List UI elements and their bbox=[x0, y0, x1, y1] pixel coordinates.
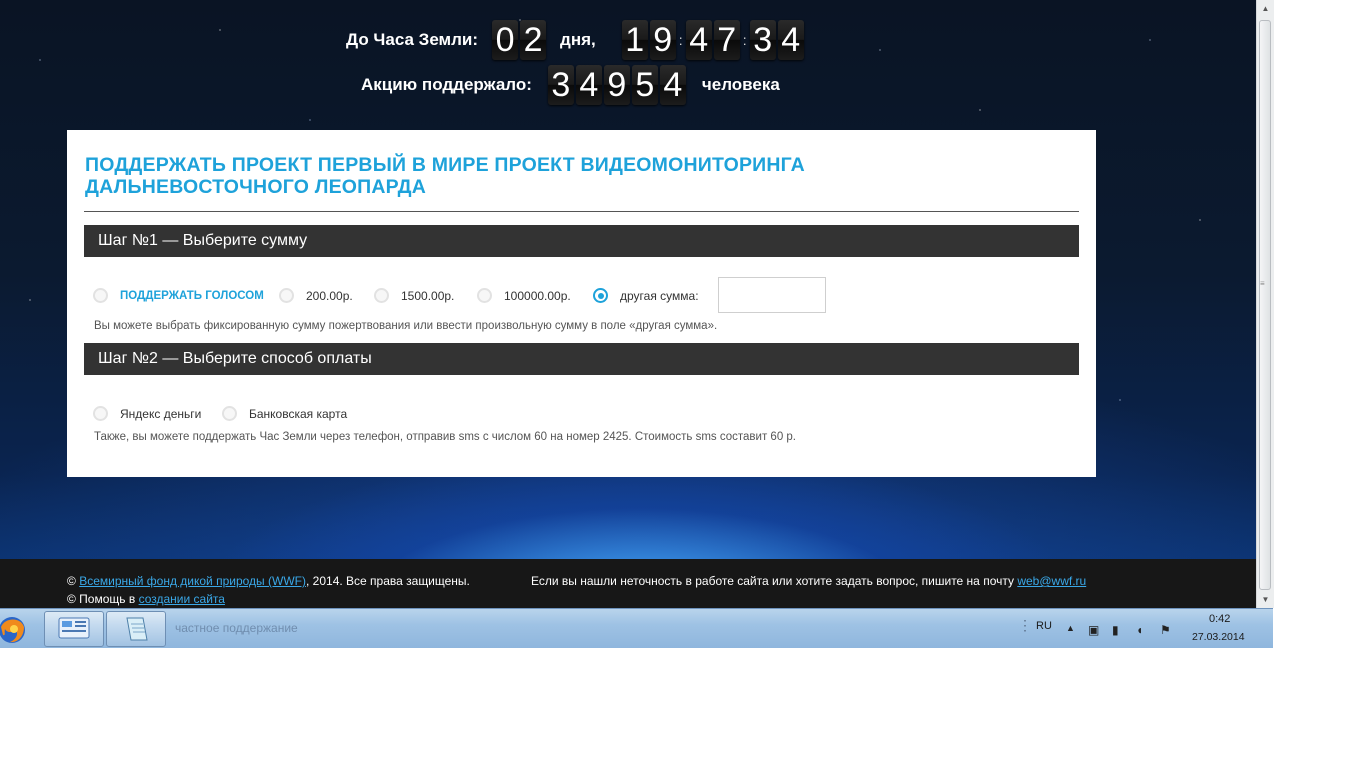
days-digit: 0 bbox=[492, 20, 519, 60]
step2-header: Шаг №2 — Выберите способ оплаты bbox=[84, 343, 1079, 375]
hours-digit: 1 bbox=[621, 20, 648, 60]
notepad-taskbar-button[interactable] bbox=[106, 611, 166, 647]
radio-button[interactable] bbox=[374, 288, 389, 303]
supporters-digit: 5 bbox=[631, 65, 658, 105]
firefox-icon bbox=[0, 617, 25, 643]
show-hidden-icons-icon[interactable]: ▲ bbox=[1066, 623, 1075, 633]
supporters-digit: 4 bbox=[575, 65, 602, 105]
hours-digit: 9 bbox=[649, 20, 676, 60]
minutes-digit: 4 bbox=[685, 20, 712, 60]
supporters-label: Акцию поддержало: bbox=[361, 75, 532, 94]
seconds-digit: 3 bbox=[749, 20, 776, 60]
scroll-up-arrow-icon[interactable]: ▲ bbox=[1257, 0, 1274, 17]
option-amount-1500[interactable]: 1500.00р. bbox=[374, 288, 454, 303]
radio-button[interactable] bbox=[93, 406, 108, 421]
time-separator: : bbox=[678, 32, 683, 48]
help-prefix: © Помощь в bbox=[67, 592, 136, 606]
taskbar-ghost-text: частное поддержание bbox=[175, 621, 298, 635]
firefox-taskbar-button[interactable] bbox=[0, 611, 40, 647]
power-icon[interactable]: ▮ bbox=[1112, 623, 1119, 637]
contact-text: Если вы нашли неточность в работе сайта … bbox=[531, 574, 1014, 588]
step1-note: Вы можете выбрать фиксированную сумму по… bbox=[94, 320, 718, 332]
supporters-digit: 3 bbox=[547, 65, 574, 105]
clock-time[interactable]: 0:42 bbox=[1209, 613, 1230, 625]
taskbar: частное поддержание ⋮ RU ▲ ▣ ▮ ◖ ⚑ 0:42 … bbox=[0, 608, 1273, 648]
notepad-icon bbox=[126, 617, 148, 641]
option-label: Банковская карта bbox=[249, 406, 348, 421]
supporters-digit: 4 bbox=[659, 65, 686, 105]
wwf-link[interactable]: Всемирный фонд дикой природы (WWF) bbox=[79, 574, 306, 588]
footer-copyright: © Всемирный фонд дикой природы (WWF), 20… bbox=[67, 574, 470, 588]
days-digit: 2 bbox=[520, 20, 547, 60]
option-voice-support[interactable]: ПОДДЕРЖАТЬ ГОЛОСОМ bbox=[93, 288, 264, 303]
option-label: Яндекс деньги bbox=[120, 406, 202, 421]
option-other-amount[interactable]: другая сумма: bbox=[593, 288, 699, 303]
control-panel-taskbar-button[interactable] bbox=[44, 611, 104, 647]
radio-button[interactable] bbox=[222, 406, 237, 421]
option-label: 100000.00р. bbox=[504, 288, 571, 303]
scroll-down-arrow-icon[interactable]: ▼ bbox=[1257, 591, 1274, 608]
radio-button[interactable] bbox=[279, 288, 294, 303]
scroll-grip-icon: ≡ bbox=[1260, 279, 1265, 288]
minutes-digit: 7 bbox=[713, 20, 740, 60]
step1-header: Шаг №1 — Выберите сумму bbox=[84, 225, 1079, 257]
option-label: ПОДДЕРЖАТЬ ГОЛОСОМ bbox=[120, 289, 264, 302]
email-link[interactable]: web@wwf.ru bbox=[1017, 574, 1086, 588]
countdown-row: До Часа Земли: 0 2 дня, 1 9 : 4 7 : 3 4 bbox=[346, 20, 806, 60]
option-amount-200[interactable]: 200.00р. bbox=[279, 288, 353, 303]
page-title-line: ПОДДЕРЖАТЬ ПРОЕКТ ПЕРВЫЙ В МИРЕ ПРОЕКТ В… bbox=[85, 154, 805, 176]
option-label: 200.00р. bbox=[306, 288, 353, 303]
supporters-suffix: человека bbox=[701, 75, 780, 94]
option-label: 1500.00р. bbox=[401, 288, 455, 303]
page-title-line: ДАЛЬНЕВОСТОЧНОГО ЛЕОПАРДА bbox=[85, 176, 426, 198]
option-label: другая сумма: bbox=[620, 288, 699, 303]
donation-panel: ПОДДЕРЖАТЬ ПРОЕКТ ПЕРВЫЙ В МИРЕ ПРОЕКТ В… bbox=[67, 130, 1096, 477]
control-panel-icon bbox=[58, 617, 90, 639]
seconds-digit: 4 bbox=[777, 20, 804, 60]
site-footer: © Всемирный фонд дикой природы (WWF), 20… bbox=[0, 559, 1256, 608]
network-icon[interactable]: ▣ bbox=[1088, 623, 1099, 637]
option-yandex-money[interactable]: Яндекс деньги bbox=[93, 406, 201, 421]
action-center-flag-icon[interactable]: ⚑ bbox=[1160, 623, 1171, 637]
title-divider bbox=[84, 211, 1079, 212]
site-creation-link[interactable]: создании сайта bbox=[139, 592, 225, 606]
option-bank-card[interactable]: Банковская карта bbox=[222, 406, 347, 421]
page-title: ПОДДЕРЖАТЬ ПРОЕКТ ПЕРВЫЙ В МИРЕ ПРОЕКТ В… bbox=[85, 154, 985, 198]
footer-help: © Помощь в создании сайта bbox=[67, 592, 225, 606]
days-label: дня, bbox=[560, 30, 596, 49]
copyright-text: , 2014. Все права защищены. bbox=[306, 574, 470, 588]
language-indicator[interactable]: RU bbox=[1036, 620, 1052, 632]
step2-note: Также, вы можете поддержать Час Земли че… bbox=[94, 431, 796, 443]
clock-date[interactable]: 27.03.2014 bbox=[1192, 631, 1245, 643]
option-amount-100000[interactable]: 100000.00р. bbox=[477, 288, 571, 303]
vertical-scrollbar[interactable]: ▲ ≡ ▼ bbox=[1256, 0, 1274, 608]
supporters-digit: 9 bbox=[603, 65, 630, 105]
countdown-label: До Часа Земли: bbox=[346, 30, 479, 49]
browser-viewport: До Часа Земли: 0 2 дня, 1 9 : 4 7 : 3 4 … bbox=[0, 0, 1256, 608]
time-separator: : bbox=[742, 32, 747, 48]
radio-button-selected[interactable] bbox=[593, 288, 608, 303]
other-amount-input[interactable] bbox=[718, 277, 826, 313]
copyright-symbol: © bbox=[67, 574, 76, 588]
scrollbar-thumb[interactable] bbox=[1259, 20, 1271, 590]
radio-button[interactable] bbox=[477, 288, 492, 303]
footer-contact: Если вы нашли неточность в работе сайта … bbox=[531, 574, 1086, 588]
tray-grip-icon: ⋮ bbox=[1018, 617, 1032, 633]
supporters-row: Акцию поддержало: 3 4 9 5 4 человека bbox=[361, 65, 780, 105]
volume-muted-icon[interactable]: ◖ bbox=[1136, 623, 1143, 637]
radio-button[interactable] bbox=[93, 288, 108, 303]
